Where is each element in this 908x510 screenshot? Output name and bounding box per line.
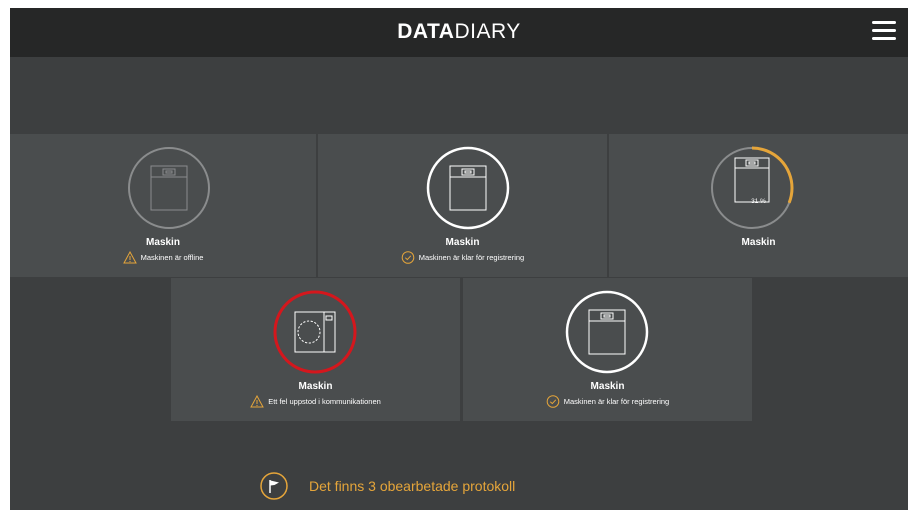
machine-ring: [565, 290, 649, 374]
machine-card-offline[interactable]: Maskin Maskinen är offline: [10, 134, 316, 277]
status-text: Ett fel uppstod i kommunikationen: [268, 397, 381, 406]
machine-status: Maskinen är klar för registrering: [318, 251, 607, 264]
dishwasher-icon: [734, 157, 770, 203]
progress-percent: 31 %: [751, 198, 766, 205]
machine-name: Maskin: [445, 237, 480, 248]
check-circle-icon: [401, 251, 415, 264]
dishwasher-icon: [449, 165, 487, 211]
warning-icon: [250, 395, 265, 408]
machine-name: Maskin: [741, 237, 776, 248]
machine-card-ready-2[interactable]: Maskin Maskinen är klar för registrering: [463, 278, 752, 421]
dishwasher-icon: [588, 309, 626, 355]
machine-status: Maskinen är klar för registrering: [463, 395, 752, 408]
top-bar: DATADIARY: [10, 8, 908, 57]
logo-bold-text: DATA: [397, 20, 455, 43]
dishwasher-icon: [150, 165, 188, 211]
machine-name: Maskin: [146, 237, 180, 248]
machine-name: Maskin: [590, 381, 625, 392]
machine-card-error[interactable]: Maskin Ett fel uppstod i kommunikationen: [171, 278, 460, 421]
machine-status: Ett fel uppstod i kommunikationen: [171, 395, 460, 408]
warning-icon: [122, 251, 137, 264]
washing-machine-icon: [294, 311, 336, 353]
status-text: Maskinen är klar för registrering: [418, 253, 525, 262]
app-logo: DATADIARY: [10, 21, 908, 43]
flag-icon: [260, 472, 288, 500]
status-text: Maskinen är klar för registrering: [563, 397, 670, 406]
machine-ring: [426, 146, 510, 230]
app-window: DATADIARY Maskin Maskinen är offline Mas…: [10, 8, 908, 510]
machine-ring: [273, 290, 357, 374]
machine-name: Maskin: [298, 381, 333, 392]
logo-thin-text: DIARY: [454, 20, 521, 43]
hamburger-menu-icon[interactable]: [872, 20, 896, 42]
machine-card-ready[interactable]: Maskin Maskinen är klar för registrering: [318, 134, 607, 277]
status-text: Maskinen är offline: [140, 253, 204, 262]
machine-card-progress[interactable]: 31 % Maskin: [609, 134, 908, 277]
unprocessed-protocols-text: Det finns 3 obearbetade protokoll: [309, 478, 516, 494]
check-circle-icon: [546, 395, 560, 408]
machine-status: Maskinen är offline: [10, 251, 316, 264]
machine-ring: [710, 146, 794, 230]
machine-ring: [127, 146, 211, 230]
